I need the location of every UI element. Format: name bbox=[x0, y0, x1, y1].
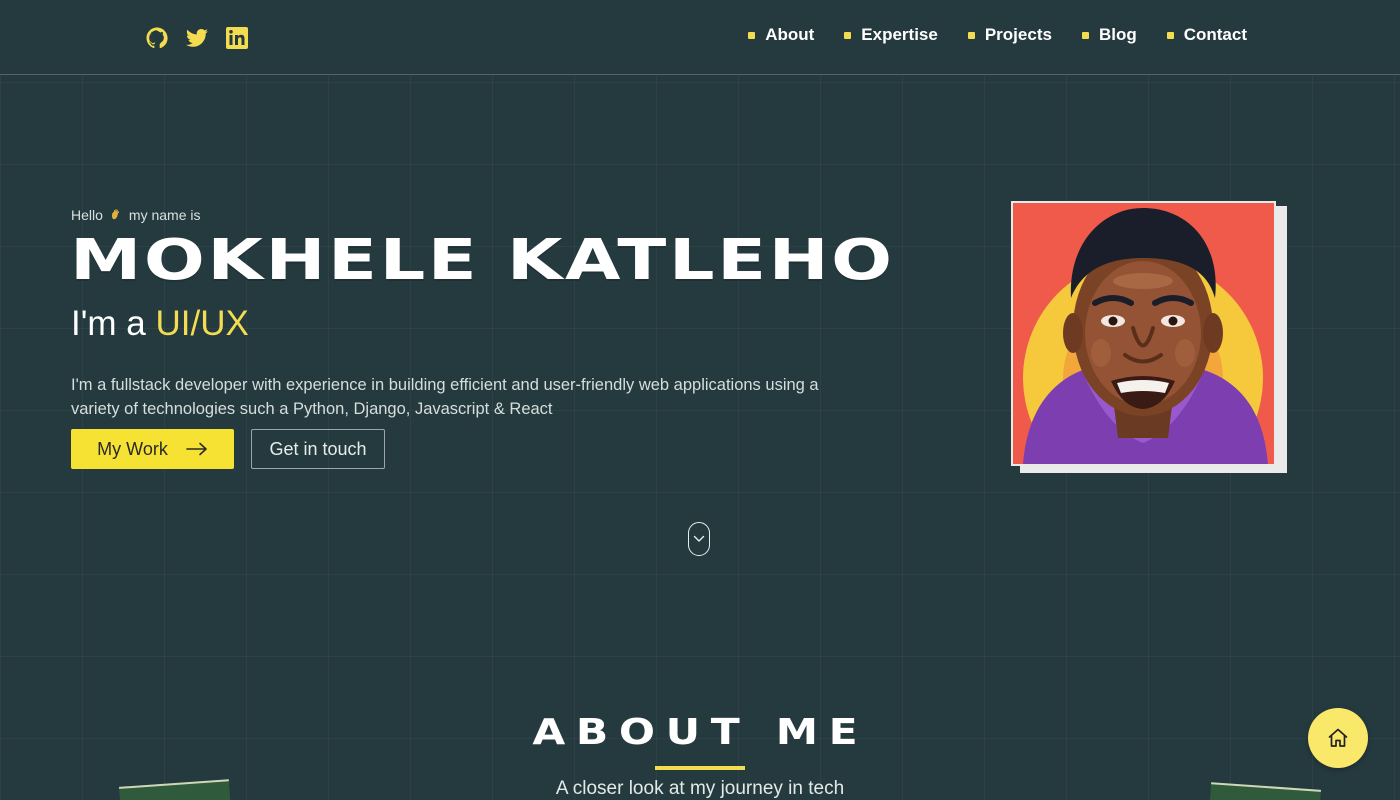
nav-item-label: Contact bbox=[1183, 25, 1247, 44]
role-highlight: UI/UX bbox=[155, 304, 249, 343]
greeting-after: my name is bbox=[128, 207, 201, 223]
about-title-text: ABOUT ME bbox=[532, 712, 868, 753]
hero-description: I'm a fullstack developer with experienc… bbox=[71, 375, 819, 418]
linkedin-link[interactable] bbox=[225, 26, 249, 50]
profile-portrait bbox=[1011, 201, 1276, 466]
nav-item-expertise[interactable]: Expertise bbox=[844, 25, 938, 45]
nav-item-contact[interactable]: Contact bbox=[1166, 25, 1247, 45]
my-work-label: My Work bbox=[97, 438, 168, 459]
nav-bullet bbox=[844, 31, 852, 39]
nav-item-label: Projects bbox=[984, 25, 1052, 44]
nav-item-projects[interactable]: Projects bbox=[967, 25, 1052, 45]
hero-name: MOKHELE KATLEHO bbox=[70, 228, 895, 293]
about-subtitle: A closer look at my journey in tech bbox=[555, 778, 845, 799]
nav-bullet bbox=[1166, 31, 1174, 39]
waving-hand-icon bbox=[111, 209, 120, 220]
greeting-before: Hello bbox=[71, 207, 103, 223]
nav-item-about[interactable]: About bbox=[748, 25, 814, 45]
chevron-down-icon bbox=[693, 535, 705, 542]
nav-bullet bbox=[967, 31, 975, 39]
site-header: About Expertise Projects Blog Contact bbox=[0, 0, 1400, 75]
nav-item-label: About bbox=[765, 25, 815, 44]
twitter-icon bbox=[186, 29, 208, 47]
nav-bullet bbox=[1081, 31, 1089, 39]
my-work-button[interactable]: My Work bbox=[71, 429, 234, 469]
github-link[interactable] bbox=[145, 26, 169, 50]
greeting: Hello my name is bbox=[71, 207, 200, 223]
about-title: ABOUT ME bbox=[0, 712, 1400, 753]
nav-item-label: Expertise bbox=[861, 25, 938, 44]
twitter-link[interactable] bbox=[185, 26, 209, 50]
linkedin-icon bbox=[226, 27, 248, 49]
hero-role: I'm a UI/UX bbox=[71, 304, 249, 344]
home-icon bbox=[1328, 728, 1348, 747]
home-button[interactable] bbox=[1308, 708, 1368, 768]
portfolio-page: About Expertise Projects Blog Contact He… bbox=[0, 0, 1400, 800]
nav-bullet bbox=[748, 31, 756, 39]
nav-item-label: Blog bbox=[1098, 25, 1137, 44]
role-prefix: I'm a bbox=[71, 304, 146, 343]
portrait-illustration bbox=[1013, 203, 1274, 464]
get-in-touch-button[interactable]: Get in touch bbox=[251, 429, 385, 469]
nav-item-blog[interactable]: Blog bbox=[1081, 25, 1137, 45]
about-title-underline bbox=[655, 766, 745, 770]
main-nav: About Expertise Projects Blog Contact bbox=[748, 25, 1247, 45]
scroll-down-indicator[interactable] bbox=[688, 522, 710, 556]
github-icon bbox=[146, 27, 168, 49]
arrow-right-icon bbox=[186, 442, 207, 456]
social-links bbox=[145, 26, 249, 50]
